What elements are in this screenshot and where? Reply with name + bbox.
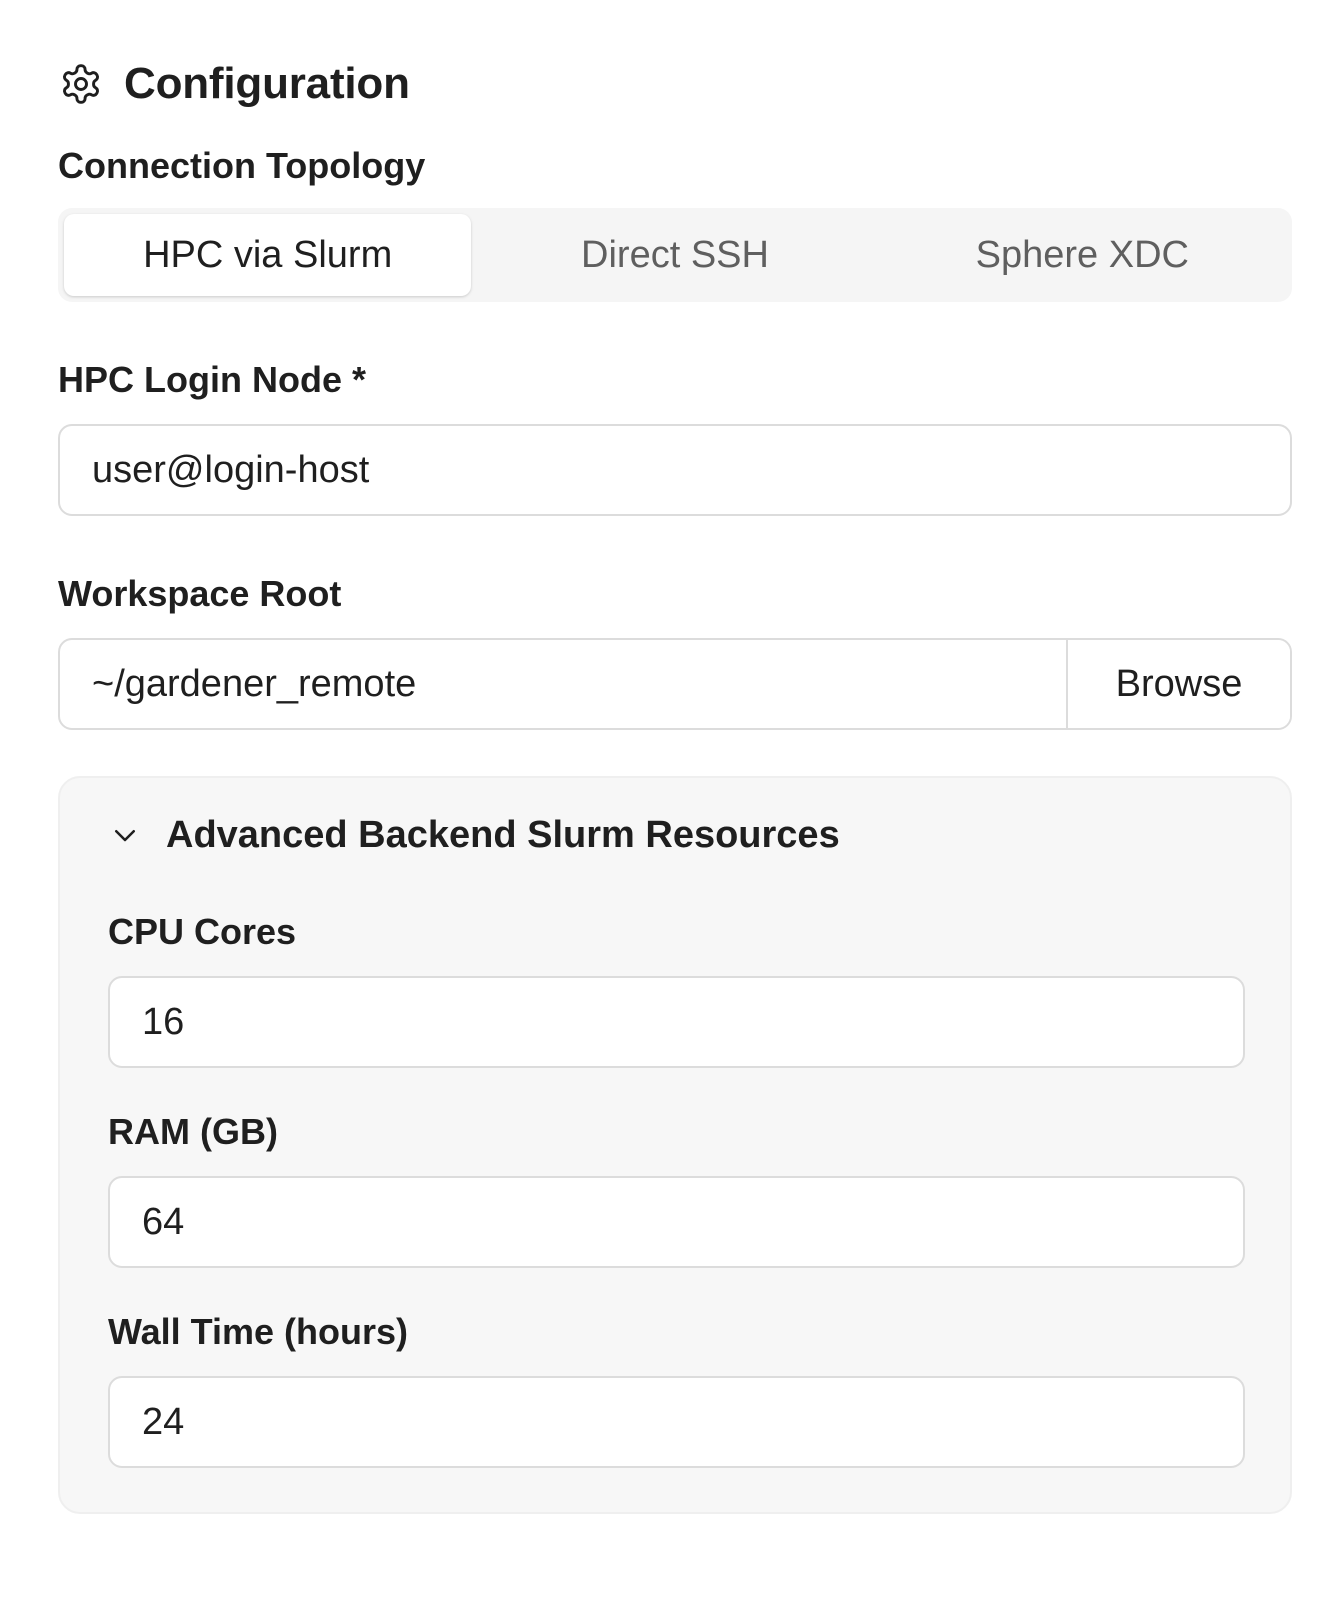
- workspace-root-group: ~/gardener_remote Browse: [58, 638, 1292, 730]
- workspace-root-input[interactable]: ~/gardener_remote: [60, 640, 1066, 728]
- wall-time-input[interactable]: 24: [108, 1376, 1245, 1468]
- topology-option-hpc-slurm[interactable]: HPC via Slurm: [64, 214, 472, 296]
- advanced-resources-title: Advanced Backend Slurm Resources: [166, 813, 840, 856]
- page-title: Configuration: [124, 59, 410, 108]
- topology-label: Connection Topology: [58, 145, 426, 186]
- browse-button[interactable]: Browse: [1066, 640, 1290, 728]
- login-node-label: HPC Login Node *: [58, 359, 366, 400]
- cpu-cores-label: CPU Cores: [108, 911, 297, 952]
- wall-time-label: Wall Time (hours): [108, 1311, 409, 1352]
- cpu-cores-input[interactable]: 16: [108, 976, 1245, 1068]
- gear-icon: [58, 61, 104, 107]
- workspace-root-label: Workspace Root: [58, 573, 342, 614]
- topology-option-direct-ssh[interactable]: Direct SSH: [471, 214, 878, 296]
- ram-label: RAM (GB): [108, 1111, 278, 1152]
- ram-input[interactable]: 64: [108, 1176, 1245, 1268]
- configuration-panel: Configuration Connection Topology HPC vi…: [0, 0, 1331, 1600]
- config-header: Configuration: [58, 58, 1293, 110]
- advanced-resources-toggle[interactable]: Advanced Backend Slurm Resources: [108, 812, 1242, 858]
- topology-option-sphere-xdc[interactable]: Sphere XDC: [879, 214, 1286, 296]
- topology-segmented-control: HPC via Slurm Direct SSH Sphere XDC: [58, 208, 1292, 302]
- advanced-resources-panel: Advanced Backend Slurm Resources CPU Cor…: [58, 776, 1292, 1514]
- chevron-down-icon: [108, 818, 142, 852]
- login-node-input[interactable]: user@login-host: [58, 424, 1292, 516]
